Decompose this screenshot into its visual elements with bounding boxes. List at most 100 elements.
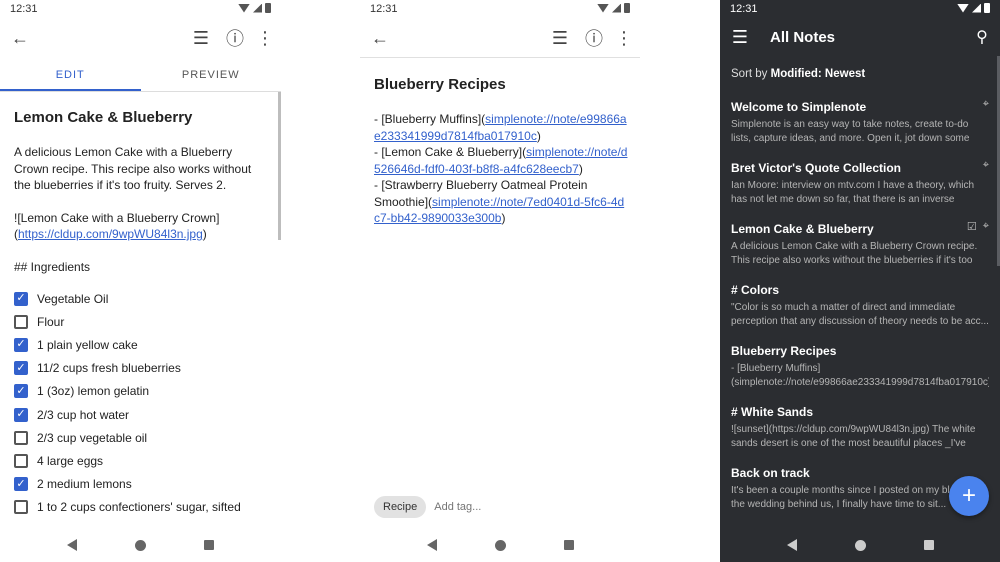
note-list-item[interactable]: Lemon Cake & Blueberry A delicious Lemon … [720, 212, 1000, 273]
checkbox-checked-icon[interactable]: ✓ [14, 291, 28, 306]
preview-screen: 12:31 ← ☰ ⓘ ⋮ Blueberry Recipes - [Blueb… [360, 0, 640, 562]
tab-edit[interactable]: EDIT [0, 58, 141, 91]
checklist-item-label: Vegetable Oil [37, 291, 109, 306]
tag-bar: Recipe [374, 496, 535, 518]
note-item-title: Blueberry Recipes [731, 344, 837, 358]
note-list-item[interactable]: # White Sands ![sunset](https://cldup.com… [720, 395, 1000, 456]
checklist-item-label: 2/3 cup hot water [37, 407, 130, 422]
battery-icon [265, 3, 271, 13]
checklist-item[interactable]: ✓ 1 (3oz) lemon gelatin [14, 380, 259, 403]
checklist-item[interactable]: ✓ 2/3 cup hot water [14, 403, 259, 426]
preview-body: - [Blueberry Muffins](simplenote://note/… [374, 111, 630, 227]
notes-list: Welcome to Simplenote Simplenote is an ea… [720, 90, 1000, 517]
note-title: Lemon Cake & Blueberry [14, 109, 193, 126]
preview-link-line: - [Lemon Cake & Blueberry](simplenote://… [374, 144, 630, 177]
tag-chip[interactable]: Recipe [374, 496, 427, 518]
checkbox-checked-icon[interactable]: ✓ [14, 477, 28, 492]
note-item-preview: Simplenote is an easy way to take notes,… [731, 119, 970, 144]
note-list-item[interactable]: Blueberry Recipes - [Blueberry Muffins](s… [720, 334, 1000, 395]
more-vert-icon[interactable]: ⋮ [612, 26, 636, 50]
checkbox-unchecked-icon[interactable] [14, 430, 28, 445]
info-icon[interactable]: ⓘ [223, 26, 247, 50]
nav-home-icon[interactable] [135, 539, 146, 551]
note-item-preview: - [Blueberry Muffins](simplenote://note/… [731, 363, 989, 388]
editor-content[interactable]: Lemon Cake & Blueberry A delicious Lemon… [0, 92, 281, 519]
sort-prefix: Sort by [731, 68, 768, 80]
status-time: 12:31 [370, 3, 398, 15]
preview-content: Blueberry Recipes - [Blueberry Muffins](… [360, 58, 640, 227]
note-item-preview: "Color is so much a matter of direct and… [731, 302, 989, 327]
note-item-title: Back on track [731, 466, 810, 480]
menu-icon[interactable]: ☰ [728, 25, 752, 49]
status-bar: 12:31 [0, 0, 281, 18]
checklist-item[interactable]: 2/3 cup vegetable oil [14, 426, 259, 449]
checklist-item[interactable]: 4 large eggs [14, 449, 259, 472]
nav-back-icon[interactable] [786, 539, 797, 551]
system-nav-bar [720, 528, 1000, 562]
nav-home-icon[interactable] [494, 539, 506, 551]
info-icon[interactable]: ⓘ [582, 26, 606, 50]
note-list-item[interactable]: Welcome to Simplenote Simplenote is an ea… [720, 90, 1000, 151]
pin-icon: ⌖ [982, 220, 989, 232]
checklist-item-label: 1 to 2 cups confectioners' sugar, sifted [37, 500, 241, 515]
nav-home-icon[interactable] [854, 539, 866, 551]
image-md-suffix: ) [202, 227, 207, 241]
checklist-item[interactable]: ✓ Vegetable Oil [14, 287, 259, 310]
note-list-item[interactable]: Bret Victor's Quote Collection Ian Moore:… [720, 151, 1000, 212]
preview-link-line: - [Blueberry Muffins](simplenote://note/… [374, 111, 630, 144]
nav-back-icon[interactable] [67, 539, 77, 551]
checklist-item-label: 4 large eggs [37, 453, 104, 468]
system-nav-bar [0, 528, 281, 562]
nav-recents-icon[interactable] [563, 540, 574, 550]
link-text: - [Lemon Cake & Blueberry]( [374, 145, 527, 159]
system-nav-bar [360, 528, 640, 562]
status-time: 12:31 [10, 3, 38, 15]
status-bar: 12:31 [360, 0, 640, 18]
editor-scrollbar[interactable] [278, 92, 281, 240]
checkbox-unchecked-icon[interactable] [14, 500, 28, 515]
nav-recents-icon[interactable] [923, 540, 934, 550]
add-tag-input[interactable] [434, 501, 535, 513]
note-item-preview: ![sunset](https://cldup.com/9wpWU84l3n.j… [731, 424, 976, 449]
checklist-icon[interactable]: ☰ [189, 26, 213, 50]
checkbox-unchecked-icon[interactable] [14, 453, 28, 468]
note-item-preview: Ian Moore: interview on mtv.com I have a… [731, 180, 975, 205]
preview-link-line: - [Strawberry Blueberry Oatmeal Protein … [374, 177, 630, 227]
checklist-item-label: 1 plain yellow cake [37, 337, 138, 352]
arrow-back-icon[interactable]: ← [368, 26, 392, 50]
add-note-button[interactable]: + [949, 476, 989, 516]
checkbox-checked-icon[interactable]: ✓ [14, 361, 28, 376]
checkbox-checked-icon[interactable]: ✓ [14, 337, 28, 352]
editor-screen: 12:31 ← ☰ ⓘ ⋮ EDIT PREVIEW Lemon Cake & … [0, 0, 281, 562]
more-vert-icon[interactable]: ⋮ [253, 26, 277, 50]
checklist-item[interactable]: ✓ 2 medium lemons [14, 473, 259, 496]
checklist-item[interactable]: Flour [14, 310, 259, 333]
checklist-icon[interactable]: ☰ [548, 26, 572, 50]
preview-toolbar: ← ☰ ⓘ ⋮ [360, 18, 640, 58]
note-item-title: Lemon Cake & Blueberry [731, 222, 874, 236]
arrow-back-icon[interactable]: ← [8, 26, 32, 50]
sort-selector[interactable]: Sort by Modified: Newest [720, 56, 1000, 90]
nav-back-icon[interactable] [426, 539, 437, 551]
checkbox-checked-icon[interactable]: ✓ [14, 384, 28, 399]
checkbox-unchecked-icon[interactable] [14, 314, 28, 329]
checklist-item[interactable]: 1 to 2 cups confectioners' sugar, sifted [14, 496, 259, 519]
ingredients-heading: ## Ingredients [14, 259, 91, 274]
search-icon[interactable]: ⚲ [970, 25, 994, 49]
editor-toolbar: ← ☰ ⓘ ⋮ [0, 18, 281, 58]
signal-icon [612, 3, 621, 13]
image-markdown: ![Lemon Cake with a Blueberry Crown](htt… [14, 210, 259, 243]
image-link[interactable]: https://cldup.com/9wpWU84l3n.jpg [18, 227, 203, 241]
note-list-item[interactable]: # Colors "Color is so much a matter of di… [720, 273, 1000, 334]
nav-recents-icon[interactable] [204, 540, 214, 550]
note-item-title: # Colors [731, 283, 780, 297]
checklist-item[interactable]: ✓ 1 plain yellow cake [14, 333, 259, 356]
checklist-item[interactable]: ✓ 11/2 cups fresh blueberries [14, 357, 259, 380]
checklist-item-label: Flour [37, 314, 65, 329]
link-suffix: ) [536, 128, 541, 143]
link-suffix: ) [578, 161, 583, 176]
tab-preview[interactable]: PREVIEW [141, 58, 282, 91]
ingredients-checklist: ✓ Vegetable Oil Flour ✓ 1 plain yellow cake ✓… [14, 287, 259, 519]
notes-list-screen: 12:31 ☰ All Notes ⚲ Sort by Modified: Ne… [720, 0, 1000, 562]
checkbox-checked-icon[interactable]: ✓ [14, 407, 28, 422]
